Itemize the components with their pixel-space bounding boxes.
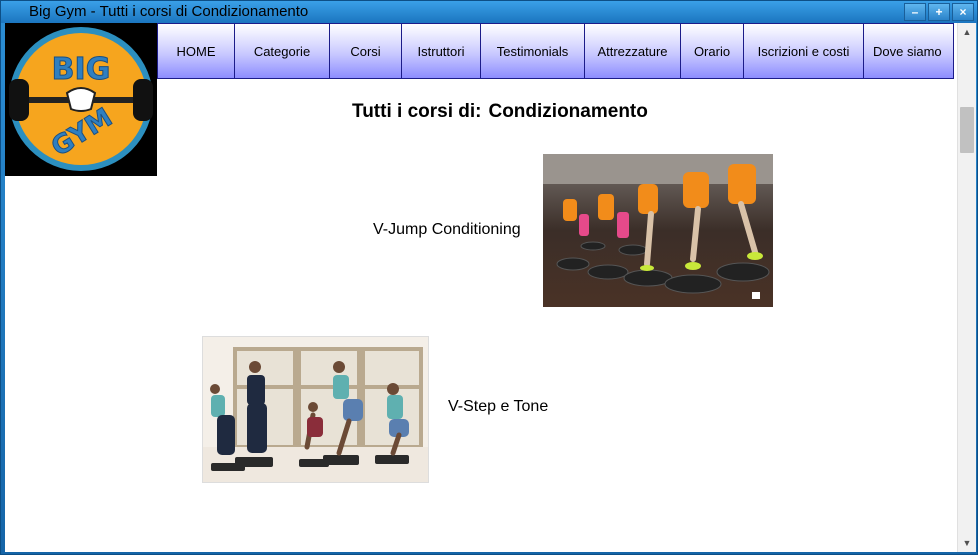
- jump-class-photo: [543, 154, 773, 307]
- minimize-button[interactable]: –: [904, 3, 926, 21]
- maximize-button[interactable]: +: [928, 3, 950, 21]
- nav-categorie[interactable]: Categorie: [234, 23, 329, 79]
- window-titlebar[interactable]: Big Gym - Tutti i corsi di Condizionamen…: [1, 1, 977, 23]
- window-title: Big Gym - Tutti i corsi di Condizionamen…: [29, 3, 309, 20]
- heading-category: Condizionamento: [488, 101, 648, 122]
- nav-iscrizioni-e-costi[interactable]: Iscrizioni e costi: [743, 23, 863, 79]
- logo-graphic: BIG GYM: [9, 27, 153, 171]
- nav-testimonials-label: Testimonials: [496, 43, 569, 59]
- course-link-v-step[interactable]: V-Step e Tone: [448, 398, 548, 416]
- nav-istruttori[interactable]: Istruttori: [401, 23, 480, 79]
- page-heading: Tutti i corsi di: Condizionamento: [352, 101, 653, 123]
- logo-top-text: BIG: [52, 52, 111, 87]
- close-button[interactable]: ×: [952, 3, 974, 21]
- page-content: BIG GYM HOME Categorie Corsi Istruttori …: [5, 23, 957, 552]
- nav-corsi[interactable]: Corsi: [329, 23, 401, 79]
- scrollbar-thumb[interactable]: [960, 107, 974, 153]
- scroll-up-icon[interactable]: ▲: [958, 23, 976, 41]
- nav-testimonials[interactable]: Testimonials: [480, 23, 584, 79]
- nav-home-label: HOME: [176, 43, 216, 59]
- main-nav: HOME Categorie Corsi Istruttori Testimon…: [157, 23, 954, 79]
- scroll-down-icon[interactable]: ▼: [958, 534, 976, 552]
- nav-corsi-label: Corsi: [350, 43, 381, 59]
- heading-prefix: Tutti i corsi di:: [352, 101, 482, 122]
- nav-istruttori-label: Istruttori: [417, 43, 465, 59]
- nav-dove-siamo-label: Dove siamo: [873, 43, 942, 59]
- nav-attrezzature-label: Attrezzature: [597, 43, 668, 59]
- nav-attrezzature[interactable]: Attrezzature: [584, 23, 680, 79]
- big-gym-logo[interactable]: BIG GYM: [5, 23, 157, 176]
- course-image-v-step[interactable]: [202, 336, 429, 483]
- nav-home[interactable]: HOME: [157, 23, 234, 79]
- nav-iscrizioni-label: Iscrizioni e costi: [757, 43, 850, 59]
- step-class-photo: [203, 337, 428, 482]
- nav-categorie-label: Categorie: [253, 43, 311, 59]
- vertical-scrollbar[interactable]: ▲ ▼: [957, 23, 976, 552]
- course-link-v-jump[interactable]: V-Jump Conditioning: [373, 221, 521, 239]
- browser-window: Big Gym - Tutti i corsi di Condizionamen…: [0, 0, 978, 555]
- nav-orario[interactable]: Orario: [680, 23, 743, 79]
- nav-orario-label: Orario: [693, 43, 731, 59]
- nav-dove-siamo[interactable]: Dove siamo: [863, 23, 954, 79]
- course-image-v-jump[interactable]: [543, 154, 773, 307]
